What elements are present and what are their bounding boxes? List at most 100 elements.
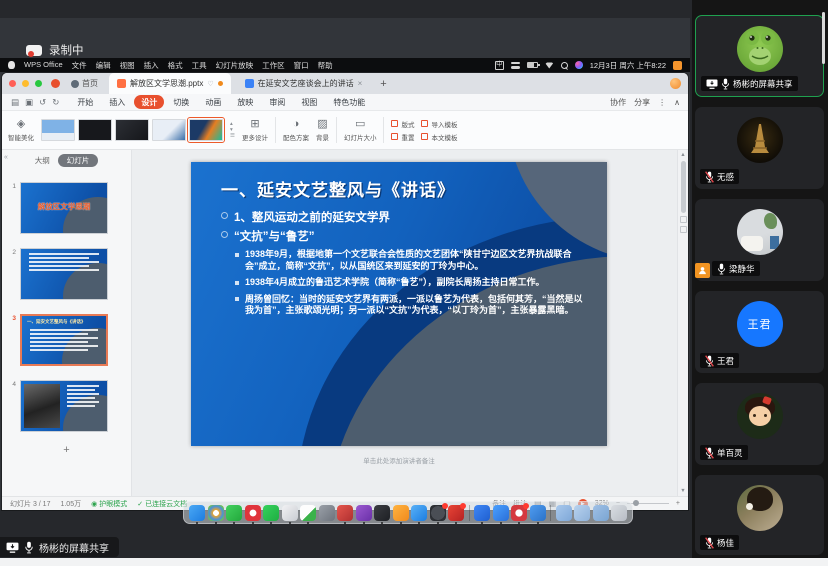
slide-thumbnail-4[interactable] <box>20 380 108 432</box>
zoom-window-button[interactable] <box>35 80 42 87</box>
video-tile[interactable]: 杨佳 <box>695 475 824 555</box>
scroll-down-icon[interactable]: ▼ <box>680 488 685 494</box>
theme-thumbnail[interactable] <box>78 119 112 141</box>
dock-icon-16[interactable] <box>474 505 490 521</box>
minimize-window-button[interactable] <box>22 80 29 87</box>
dock-icon-3[interactable] <box>245 505 261 521</box>
dock-icon-24[interactable] <box>611 505 627 521</box>
video-tile[interactable]: 单百灵 <box>695 383 824 465</box>
menubar-item-2[interactable]: 编辑 <box>96 60 111 71</box>
menubar-clock[interactable]: 12月3日 周六 上午8:22 <box>590 60 666 71</box>
theme-thumbnail[interactable] <box>41 119 75 141</box>
control-center-icon[interactable] <box>511 62 520 69</box>
video-tile[interactable]: 王君 王君 <box>695 291 824 373</box>
apple-logo-icon[interactable] <box>8 61 15 69</box>
vertical-scrollbar[interactable]: ▲ ▼ <box>677 150 688 496</box>
menubar-item-3[interactable]: 视图 <box>120 60 135 71</box>
siri-icon[interactable] <box>575 61 583 69</box>
collab-button[interactable]: 协作 <box>610 97 626 108</box>
ribbon-tab-4[interactable]: 动画 <box>198 95 228 109</box>
spotlight-icon[interactable] <box>561 62 568 69</box>
more-designs-button[interactable]: ⊞ 更多设计 <box>242 119 268 142</box>
current-slide[interactable]: 一、延安文艺整风与《讲话》 1、整风运动之前的延安文学界 “文抗”与“鲁艺” 1… <box>191 162 607 446</box>
close-window-button[interactable] <box>9 80 16 87</box>
add-slide-button[interactable]: + <box>2 444 131 456</box>
tab-slides[interactable]: 幻灯片 <box>58 154 99 167</box>
dock-icon-7[interactable] <box>319 505 335 521</box>
collapse-ribbon-icon[interactable]: ∧ <box>674 98 680 107</box>
dock-icon-21[interactable] <box>556 505 572 521</box>
dock-icon-4[interactable] <box>263 505 279 521</box>
tab-pin-icon[interactable]: ♡ <box>207 80 213 88</box>
theme-thumbnail[interactable] <box>115 119 149 141</box>
tab-close-icon[interactable]: × <box>358 79 363 88</box>
save-icon[interactable]: ▤ <box>10 97 20 108</box>
theme-thumbnail[interactable] <box>152 119 186 141</box>
slide-thumbnail-1[interactable]: 解放区文学思潮 <box>20 182 108 234</box>
ribbon-tab-7[interactable]: 视图 <box>294 95 324 109</box>
share-button[interactable]: 分享 <box>634 97 650 108</box>
redo-icon[interactable]: ↻ <box>51 97 60 108</box>
menubar-item-7[interactable]: 幻灯片放映 <box>216 60 254 71</box>
slide-thumbnail-2[interactable] <box>20 248 108 300</box>
video-tile[interactable]: 梁静华 <box>695 199 824 281</box>
screen-share-banner[interactable]: 杨彬的屏幕共享 <box>0 537 119 557</box>
ribbon-tab-0[interactable]: 开始 <box>70 95 100 109</box>
dock-icon-14[interactable] <box>448 505 464 521</box>
ribbon-tab-3[interactable]: 切换 <box>166 95 196 109</box>
wifi-icon[interactable] <box>545 62 554 69</box>
menubar-item-9[interactable]: 窗口 <box>294 60 309 71</box>
tab-outline[interactable]: 大纲 <box>35 155 50 166</box>
ribbon-tab-2[interactable]: 设计 <box>134 95 164 109</box>
dock-icon-17[interactable] <box>493 505 509 521</box>
scroll-up-icon[interactable]: ▲ <box>680 152 685 158</box>
tab-document-inactive[interactable]: 在延安文艺座谈会上的讲话 × <box>237 73 371 94</box>
dock-icon-23[interactable] <box>593 505 609 521</box>
sidebar-scrollbar-thumb[interactable] <box>822 12 825 64</box>
dock-icon-8[interactable] <box>337 505 353 521</box>
theme-thumbnail-selected[interactable] <box>189 119 223 141</box>
dock-icon-1[interactable] <box>208 505 224 521</box>
ribbon-tab-6[interactable]: 审阅 <box>262 95 292 109</box>
tab-document-active[interactable]: 解放区文学思潮.pptx ♡ <box>109 73 231 94</box>
zoom-slider[interactable] <box>627 503 669 505</box>
video-tile-sharing[interactable]: 杨彬的屏幕共享 <box>695 15 824 97</box>
ribbon-tab-5[interactable]: 放映 <box>230 95 260 109</box>
print-icon[interactable]: ▣ <box>24 97 34 108</box>
gallery-scroll-buttons[interactable]: ▴▾☰ <box>230 122 235 139</box>
menubar-item-8[interactable]: 工作区 <box>262 60 285 71</box>
eye-protection-toggle[interactable]: ◉护眼模式 <box>91 499 127 509</box>
menubar-item-10[interactable]: 帮助 <box>318 60 333 71</box>
collapse-panel-icon[interactable]: « <box>4 154 8 161</box>
dock-icon-10[interactable] <box>374 505 390 521</box>
dock-icon-19[interactable] <box>530 505 546 521</box>
reset-button[interactable]: 重置 <box>391 132 414 142</box>
wps-user-avatar[interactable] <box>670 78 681 89</box>
menubar-item-1[interactable]: 文件 <box>72 60 87 71</box>
video-tile[interactable]: 无感 <box>695 107 824 189</box>
menubar-item-4[interactable]: 插入 <box>144 60 159 71</box>
slide-size-button[interactable]: ▭ 幻灯片大小 <box>344 119 377 142</box>
dock-icon-6[interactable] <box>300 505 316 521</box>
menubar-app-badge[interactable] <box>673 61 682 70</box>
input-source-icon[interactable]: 中 <box>495 61 504 70</box>
dock-icon-9[interactable] <box>356 505 372 521</box>
cloud-status[interactable]: ✓已连接云文档 <box>137 499 187 509</box>
next-slide-button[interactable] <box>680 226 687 233</box>
slide-thumbnail-3-selected[interactable]: 一、延安文艺整风与《讲话》 <box>20 314 108 366</box>
menubar-item-0[interactable]: WPS Office <box>24 60 63 71</box>
notes-placeholder[interactable]: 单击此处添加演讲者备注 <box>191 455 607 465</box>
dock-icon-22[interactable] <box>574 505 590 521</box>
menubar-item-5[interactable]: 格式 <box>168 60 183 71</box>
dock-icon-13[interactable] <box>430 505 446 521</box>
dock-icon-0[interactable] <box>189 505 205 521</box>
scrollbar-thumb[interactable] <box>681 161 686 213</box>
dock-icon-12[interactable] <box>411 505 427 521</box>
ribbon-tab-1[interactable]: 插入 <box>102 95 132 109</box>
menubar-item-6[interactable]: 工具 <box>192 60 207 71</box>
prev-slide-button[interactable] <box>680 216 687 223</box>
smart-beautify-button[interactable]: ◈ 智能美化 <box>8 119 34 142</box>
ribbon-tab-8[interactable]: 特色功能 <box>326 95 372 109</box>
zoom-in-button[interactable]: + <box>676 500 680 507</box>
tab-home[interactable]: 首页 <box>66 78 103 89</box>
